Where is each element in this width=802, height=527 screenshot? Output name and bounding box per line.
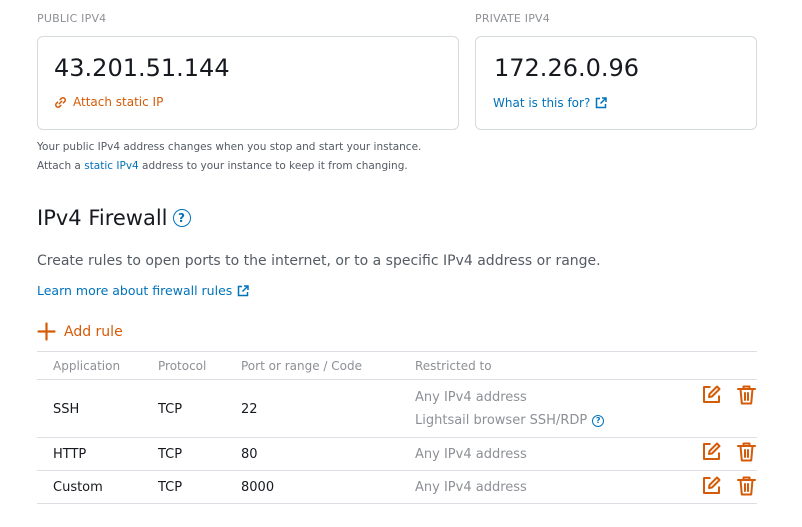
private-ip-card: 172.26.0.96 What is this for?	[475, 36, 757, 130]
link-icon	[54, 96, 67, 109]
static-ipv4-link[interactable]: static IPv4	[84, 160, 139, 172]
table-divider	[37, 379, 757, 380]
trash-icon[interactable]	[737, 476, 757, 496]
column-header-application: Application	[53, 359, 121, 373]
cell-port: 8000	[241, 480, 275, 495]
restricted-extra-label: Lightsail browser SSH/RDP	[415, 413, 588, 428]
cell-protocol: TCP	[158, 480, 183, 495]
trash-icon[interactable]	[737, 442, 757, 462]
learn-more-label: Learn more about firewall rules	[37, 283, 233, 298]
public-ip-card: 43.201.51.144 Attach static IP	[37, 36, 459, 130]
cell-restricted: Any IPv4 address	[415, 390, 527, 405]
add-rule-label: Add rule	[64, 323, 123, 340]
attach-static-ip-link[interactable]: Attach static IP	[54, 95, 163, 109]
cell-application: HTTP	[53, 447, 87, 462]
add-rule-button[interactable]: Add rule	[37, 322, 123, 341]
cell-restricted: Any IPv4 address	[415, 480, 527, 495]
help-icon[interactable]: ?	[172, 209, 191, 227]
table-divider	[37, 470, 757, 471]
help-icon[interactable]: ?	[592, 414, 605, 427]
firewall-title: IPv4 Firewall	[37, 206, 168, 230]
table-divider	[37, 437, 757, 438]
what-is-this-for-label: What is this for?	[493, 96, 591, 110]
note-line-2: Attach a static IPv4 address to your ins…	[37, 157, 421, 176]
plus-icon	[37, 322, 56, 341]
cell-port: 80	[241, 447, 258, 462]
public-ip-address: 43.201.51.144	[54, 54, 230, 82]
note-line-1: Your public IPv4 address changes when yo…	[37, 141, 422, 153]
firewall-heading: IPv4 Firewall ?	[37, 206, 191, 230]
public-ipv4-label: PUBLIC IPV4	[37, 12, 107, 25]
column-header-protocol: Protocol	[158, 359, 207, 373]
cell-application: Custom	[53, 480, 103, 495]
edit-icon[interactable]	[702, 442, 722, 462]
cell-application: SSH	[53, 402, 80, 417]
private-ip-address: 172.26.0.96	[494, 54, 640, 82]
ip-change-note: Your public IPv4 address changes when yo…	[37, 138, 421, 176]
edit-icon[interactable]	[702, 476, 722, 496]
column-header-restricted: Restricted to	[415, 359, 492, 373]
cell-restricted: Any IPv4 address	[415, 447, 527, 462]
note-line-2-prefix: Attach a	[37, 160, 85, 172]
firewall-description: Create rules to open ports to the intern…	[37, 253, 601, 269]
table-divider	[37, 503, 757, 504]
edit-icon[interactable]	[702, 385, 722, 405]
private-ipv4-label: PRIVATE IPV4	[475, 12, 550, 25]
learn-more-firewall-link[interactable]: Learn more about firewall rules	[37, 283, 250, 298]
column-header-port: Port or range / Code	[241, 359, 362, 373]
what-is-this-for-link[interactable]: What is this for?	[493, 96, 608, 110]
cell-restricted-extra: Lightsail browser SSH/RDP ?	[415, 413, 605, 428]
cell-protocol: TCP	[158, 447, 183, 462]
note-line-2-suffix: address to your instance to keep it from…	[138, 160, 408, 172]
attach-static-ip-label: Attach static IP	[73, 95, 164, 109]
cell-protocol: TCP	[158, 402, 183, 417]
external-link-icon	[237, 284, 250, 297]
cell-port: 22	[241, 402, 258, 417]
table-divider	[37, 351, 757, 352]
trash-icon[interactable]	[737, 385, 757, 405]
external-link-icon	[595, 97, 608, 109]
